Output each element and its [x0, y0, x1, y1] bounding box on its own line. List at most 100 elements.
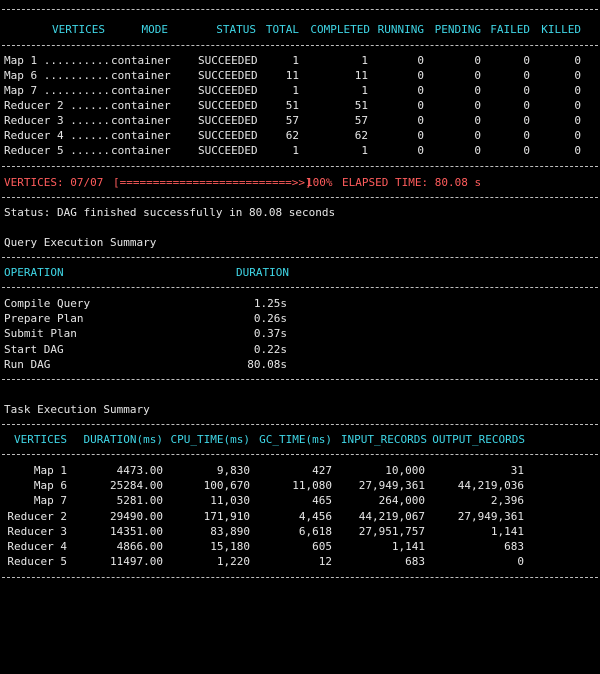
- vertex-total: 57: [285, 114, 299, 127]
- vertex-running: 0: [417, 144, 424, 157]
- divider: [2, 287, 598, 288]
- vertex-total: 11: [285, 69, 299, 82]
- vertex-killed: 0: [574, 84, 581, 97]
- vertex-name: Reducer 2 ......: [4, 99, 110, 112]
- vertex-running: 0: [417, 114, 424, 127]
- task-vertex: Map 6: [33, 479, 67, 492]
- col-header-vertices: VERTICES: [52, 23, 105, 36]
- operation-duration: 0.26s: [253, 312, 287, 325]
- col-header-duration: DURATION: [236, 266, 289, 279]
- vertex-mode: container: [111, 114, 171, 127]
- vertex-running: 0: [417, 129, 424, 142]
- progress-line: VERTICES: 07/07 [=======================…: [0, 175, 600, 190]
- vertex-name: Map 7 ..........: [4, 84, 110, 97]
- task-duration: 5281.00: [116, 494, 163, 507]
- task-row: Map 1 4473.00 9,830 427 10,000 31: [0, 463, 600, 478]
- vertex-name: Map 6 ..........: [4, 69, 110, 82]
- vertex-total: 1: [292, 144, 299, 157]
- vertex-completed: 1: [361, 54, 368, 67]
- divider: [2, 197, 598, 198]
- col-header-pending: PENDING: [434, 23, 481, 36]
- task-output-records: 1,141: [490, 525, 524, 538]
- query-summary-row: Compile Query 1.25s: [0, 296, 600, 311]
- vertex-failed: 0: [523, 114, 530, 127]
- query-summary-row: Prepare Plan 0.26s: [0, 311, 600, 326]
- divider: [2, 166, 598, 167]
- col-header-operation: OPERATION: [4, 266, 64, 279]
- divider: [2, 9, 598, 10]
- operation-duration: 0.22s: [253, 343, 287, 356]
- col-header-duration-ms: DURATION(ms): [83, 433, 163, 446]
- divider: [2, 454, 598, 455]
- vertex-status: SUCCEEDED: [198, 99, 258, 112]
- query-summary-row: Submit Plan 0.37s: [0, 326, 600, 341]
- task-output-records: 31: [510, 464, 524, 477]
- task-gc-time: 427: [312, 464, 332, 477]
- vertex-mode: container: [111, 69, 171, 82]
- task-summary-title-text: Task Execution Summary: [4, 403, 150, 416]
- vertex-pending: 0: [474, 144, 481, 157]
- vertex-completed: 11: [354, 69, 368, 82]
- vertex-name: Reducer 3 ......: [4, 114, 110, 127]
- task-output-records: 0: [517, 555, 524, 568]
- operation-duration: 80.08s: [247, 358, 287, 371]
- divider: [2, 379, 598, 380]
- task-cpu-time: 100,670: [203, 479, 250, 492]
- vertex-completed: 51: [354, 99, 368, 112]
- task-duration: 11497.00: [110, 555, 163, 568]
- task-vertex: Map 1: [33, 464, 67, 477]
- task-input-records: 10,000: [385, 464, 425, 477]
- vertex-pending: 0: [474, 84, 481, 97]
- vertex-row: Reducer 5 ...... container SUCCEEDED 1 1…: [0, 143, 600, 158]
- vertex-killed: 0: [574, 144, 581, 157]
- task-gc-time: 6,618: [298, 525, 332, 538]
- vertex-running: 0: [417, 99, 424, 112]
- task-gc-time: 12: [318, 555, 332, 568]
- task-cpu-time: 83,890: [210, 525, 250, 538]
- col-header-failed: FAILED: [490, 23, 530, 36]
- vertex-running: 0: [417, 54, 424, 67]
- vertex-total: 1: [292, 84, 299, 97]
- task-output-records: 683: [504, 540, 524, 553]
- operation-name: Run DAG: [4, 358, 51, 371]
- vertex-row: Reducer 3 ...... container SUCCEEDED 57 …: [0, 113, 600, 128]
- col-header-running: RUNNING: [377, 23, 424, 36]
- vertex-status: SUCCEEDED: [198, 144, 258, 157]
- vertices-progress-label: VERTICES: 07/07: [4, 176, 104, 189]
- vertex-name: Map 1 ..........: [4, 54, 110, 67]
- vertex-killed: 0: [574, 129, 581, 142]
- task-vertex: Reducer 2: [7, 510, 67, 523]
- task-input-records: 27,949,361: [358, 479, 425, 492]
- col-header-gc-time: GC_TIME(ms): [259, 433, 332, 446]
- progress-percent: 100%: [306, 176, 333, 189]
- task-cpu-time: 11,030: [210, 494, 250, 507]
- query-summary-row: Start DAG 0.22s: [0, 342, 600, 357]
- vertex-pending: 0: [474, 129, 481, 142]
- task-input-records: 264,000: [378, 494, 425, 507]
- task-cpu-time: 171,910: [203, 510, 250, 523]
- query-summary-title: Query Execution Summary: [0, 235, 600, 250]
- task-row: Map 7 5281.00 11,030 465 264,000 2,396: [0, 493, 600, 508]
- vertex-row: Reducer 4 ...... container SUCCEEDED 62 …: [0, 128, 600, 143]
- vertex-total: 51: [285, 99, 299, 112]
- task-gc-time: 11,080: [292, 479, 332, 492]
- vertex-killed: 0: [574, 54, 581, 67]
- task-duration: 14351.00: [110, 525, 163, 538]
- divider: [2, 577, 598, 578]
- task-cpu-time: 1,220: [216, 555, 250, 568]
- vertex-running: 0: [417, 84, 424, 97]
- vertex-failed: 0: [523, 129, 530, 142]
- vertex-row: Reducer 2 ...... container SUCCEEDED 51 …: [0, 98, 600, 113]
- vertex-mode: container: [111, 144, 171, 157]
- query-summary-header-row: OPERATION DURATION: [0, 265, 600, 280]
- task-summary-header-row: VERTICES DURATION(ms) CPU_TIME(ms) GC_TI…: [0, 432, 600, 447]
- operation-duration: 1.25s: [253, 297, 287, 310]
- vertex-row: Map 7 .......... container SUCCEEDED 1 1…: [0, 83, 600, 98]
- col-header-output-records: OUTPUT_RECORDS: [432, 433, 525, 446]
- progress-bar: [==========================>>]: [113, 176, 312, 189]
- task-duration: 29490.00: [110, 510, 163, 523]
- task-input-records: 1,141: [391, 540, 425, 553]
- vertex-mode: container: [111, 54, 171, 67]
- vertex-completed: 1: [361, 144, 368, 157]
- task-output-records: 2,396: [490, 494, 524, 507]
